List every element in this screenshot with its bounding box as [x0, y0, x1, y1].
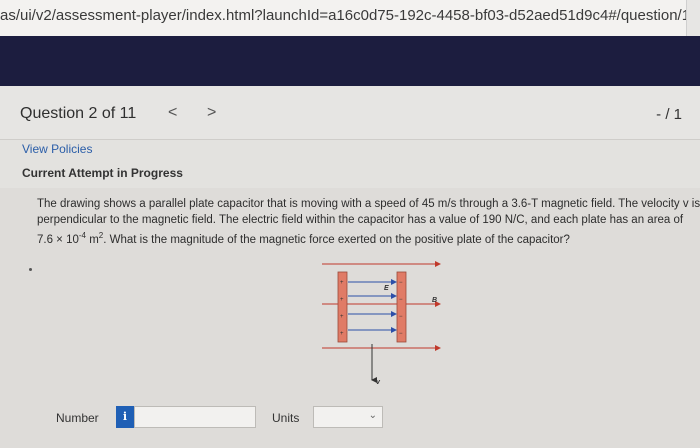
- attempt-status: Current Attempt in Progress: [22, 166, 183, 180]
- minus-sign: −: [399, 314, 403, 320]
- plus-sign: +: [340, 331, 344, 337]
- minus-sign: −: [399, 297, 403, 303]
- units-label: Units: [272, 411, 300, 425]
- magnetic-field-label: B: [432, 297, 437, 304]
- address-bar[interactable]: as/ui/v2/assessment-player/index.html?la…: [0, 0, 700, 36]
- url-text: as/ui/v2/assessment-player/index.html?la…: [0, 7, 691, 24]
- question-header: Question 2 of 11 < > - / 1: [0, 86, 700, 140]
- electric-field-label: E: [384, 285, 389, 292]
- problem-line-2: perpendicular to the magnetic field. The…: [37, 214, 684, 226]
- area-unit: m: [86, 233, 99, 246]
- problem-text: The drawing shows a parallel plate capac…: [37, 196, 700, 248]
- score-display: - / 1: [656, 106, 682, 123]
- plus-sign: +: [340, 280, 344, 286]
- number-label: Number: [56, 411, 99, 425]
- plus-sign: +: [340, 314, 344, 320]
- problem-line-1: The drawing shows a parallel plate capac…: [37, 198, 700, 210]
- scrollbar[interactable]: [686, 0, 700, 36]
- minus-sign: −: [399, 331, 403, 337]
- area-exponent: -4: [78, 231, 87, 240]
- answer-row: Number i Units ⌄: [0, 400, 700, 436]
- header-banner: [0, 36, 700, 86]
- number-input[interactable]: [134, 406, 256, 428]
- attempt-info: View Policies Current Attempt in Progres…: [0, 140, 700, 188]
- minus-sign: −: [399, 280, 403, 286]
- chevron-down-icon: ⌄: [368, 410, 377, 421]
- plus-sign: +: [340, 297, 344, 303]
- velocity-label: v: [376, 379, 381, 386]
- previous-question-button[interactable]: <: [168, 104, 177, 122]
- view-policies-link[interactable]: View Policies: [22, 142, 92, 156]
- problem-line-3: 7.6 × 10-4 m2. What is the magnitude of …: [37, 228, 697, 248]
- info-icon[interactable]: i: [116, 406, 134, 428]
- bullet-dot: [29, 268, 32, 271]
- next-question-button[interactable]: >: [207, 104, 216, 122]
- area-mantissa: 7.6 × 10: [37, 233, 79, 246]
- question-title: Question 2 of 11: [20, 105, 137, 122]
- units-dropdown[interactable]: ⌄: [313, 406, 383, 428]
- capacitor-diagram: + + + + − − − − E B v: [322, 261, 441, 386]
- problem-question: . What is the magnitude of the magnetic …: [103, 233, 570, 246]
